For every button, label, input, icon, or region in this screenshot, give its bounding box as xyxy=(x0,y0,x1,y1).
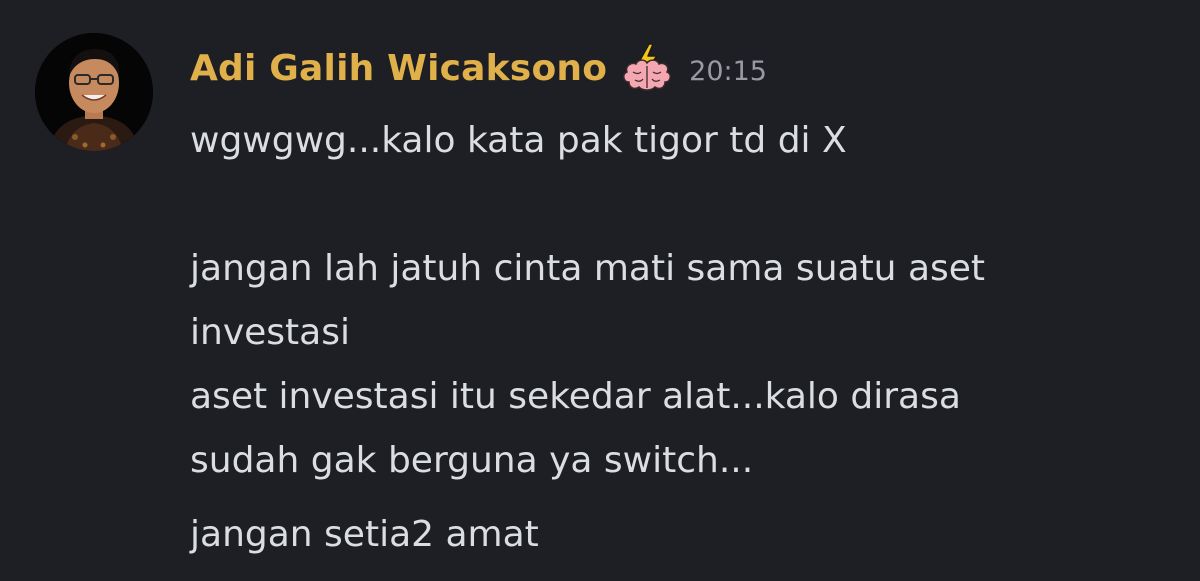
brain-lightning-icon[interactable] xyxy=(619,42,675,94)
message-header: Adi Galih Wicaksono 20:15 xyxy=(190,40,767,96)
message-content: wgwgwg...kalo kata pak tigor td di X jan… xyxy=(190,109,985,567)
message-line: investasi xyxy=(190,312,350,353)
message-line xyxy=(190,173,985,237)
followup-message: jangan setia2 amat xyxy=(190,514,539,555)
message-line: wgwgwg...kalo kata pak tigor td di X xyxy=(190,120,847,161)
avatar[interactable] xyxy=(35,33,153,151)
message-line: aset investasi itu sekedar alat...kalo d… xyxy=(190,376,961,417)
author-name[interactable]: Adi Galih Wicaksono xyxy=(190,48,607,89)
message-line: sudah gak berguna ya switch... xyxy=(190,440,754,481)
chat-message: Adi Galih Wicaksono 20:15 wgwgwg...kalo … xyxy=(0,0,1200,581)
message-timestamp[interactable]: 20:15 xyxy=(689,56,767,87)
message-line: jangan lah jatuh cinta mati sama suatu a… xyxy=(190,248,986,289)
avatar-image xyxy=(35,33,153,151)
